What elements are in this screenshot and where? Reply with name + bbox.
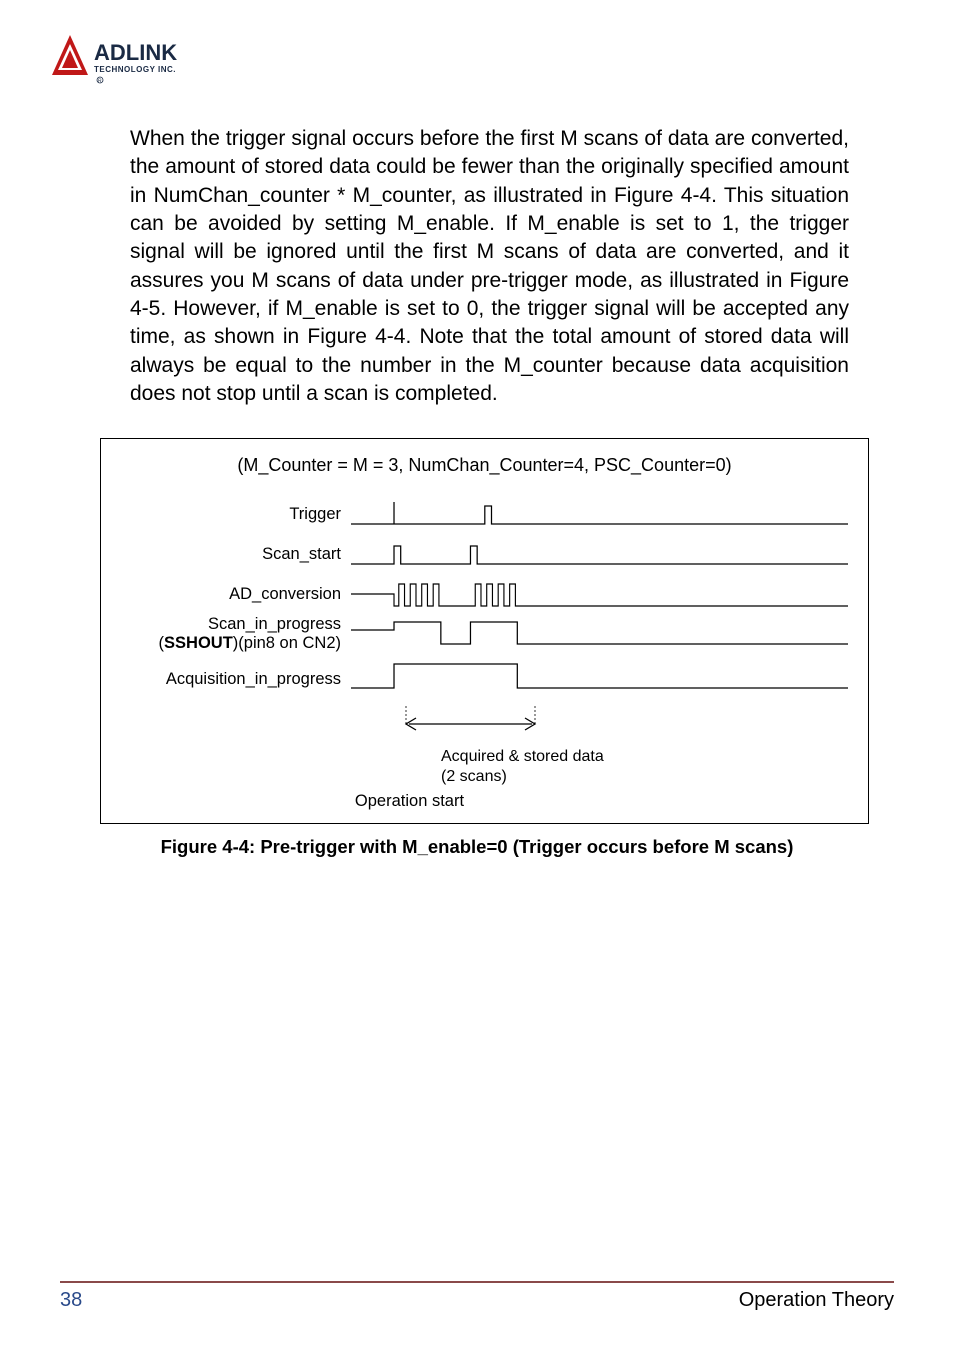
figure-title: (M_Counter = M = 3, NumChan_Counter=4, P…: [121, 455, 848, 476]
annotation-line1: Acquired & stored data: [441, 748, 604, 765]
svg-text:R: R: [98, 79, 102, 85]
logo-text-main: ADLINK: [94, 40, 177, 65]
figure-annotation-arrow: [361, 704, 848, 749]
label-trigger: Trigger: [121, 505, 351, 524]
label-sip-line1: Scan_in_progress: [208, 615, 341, 633]
body-paragraph: When the trigger signal occurs before th…: [130, 125, 849, 408]
signal-row-acq-in-progress: Acquisition_in_progress: [121, 654, 848, 704]
signal-row-ad-conversion: AD_conversion: [121, 574, 848, 614]
document-page: ADLINK TECHNOLOGY INC. R When the trigge…: [0, 0, 954, 1352]
signal-row-scan-in-progress: Scan_in_progress (SSHOUT)(pin8 on CN2): [121, 614, 848, 654]
figure-caption: Figure 4-4: Pre-trigger with M_enable=0 …: [60, 836, 894, 858]
annotation-line2: (2 scans): [441, 768, 507, 785]
figure-timing-diagram: (M_Counter = M = 3, NumChan_Counter=4, P…: [100, 438, 869, 823]
label-acq-in-progress: Acquisition_in_progress: [121, 670, 351, 689]
label-sip-bold: SSHOUT: [164, 634, 233, 652]
label-ad-conversion: AD_conversion: [121, 585, 351, 604]
label-sip-line2: )(pin8 on CN2): [233, 634, 341, 652]
logo-text-sub: TECHNOLOGY INC.: [94, 65, 176, 74]
page-footer: 38 Operation Theory: [60, 1281, 894, 1312]
adlink-logo: ADLINK TECHNOLOGY INC. R: [50, 30, 894, 95]
label-scan-in-progress: Scan_in_progress (SSHOUT)(pin8 on CN2): [121, 615, 351, 653]
section-title: Operation Theory: [739, 1289, 894, 1312]
signal-row-scan-start: Scan_start: [121, 534, 848, 574]
page-number: 38: [60, 1289, 82, 1312]
operation-start-label: Operation start: [0, 792, 848, 811]
label-scan-start: Scan_start: [121, 545, 351, 564]
signal-row-trigger: Trigger: [121, 494, 848, 534]
